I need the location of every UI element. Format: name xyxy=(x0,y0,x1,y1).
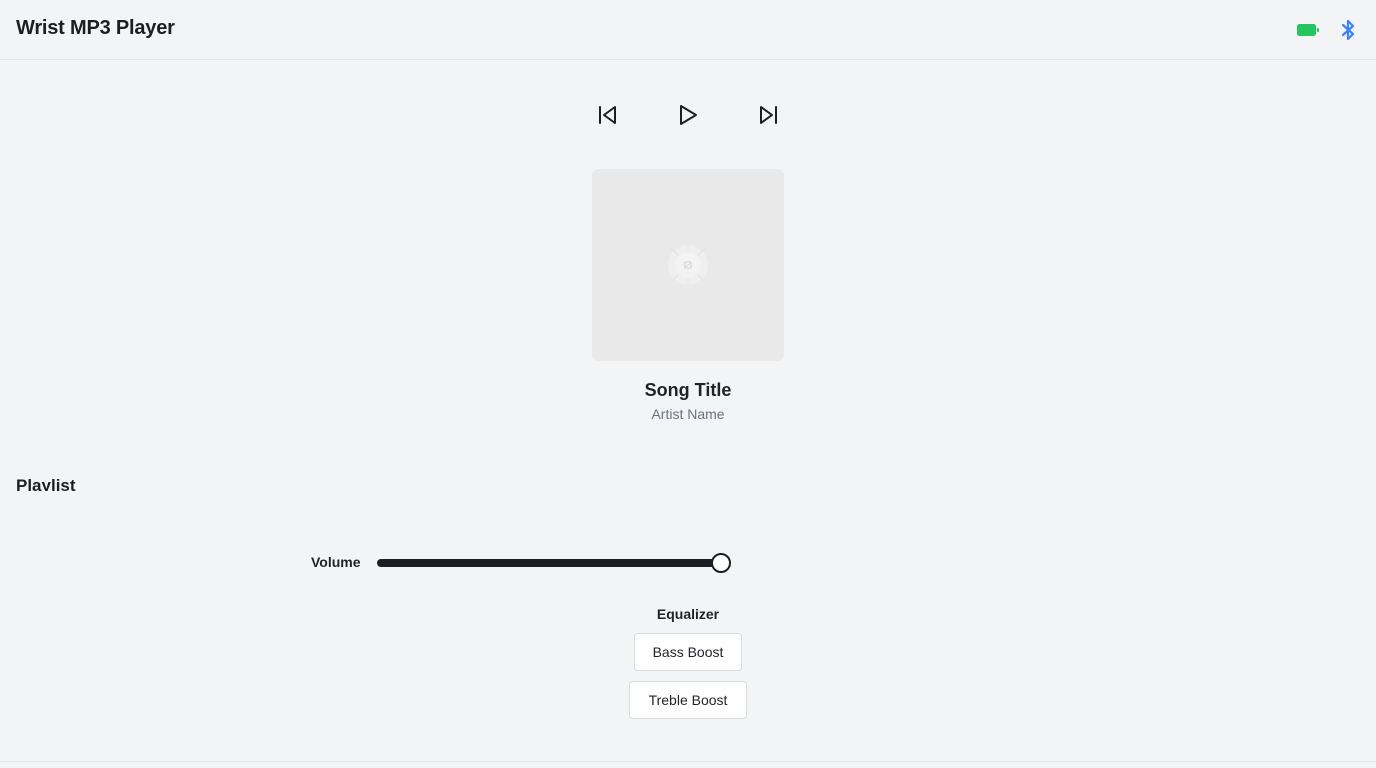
play-button[interactable] xyxy=(673,100,703,130)
playlist-section: Playlist xyxy=(16,474,216,491)
bluetooth-icon[interactable] xyxy=(1340,18,1356,42)
playback-controls xyxy=(0,100,1376,130)
volume-slider[interactable] xyxy=(377,553,731,573)
skip-next-icon xyxy=(760,106,777,124)
app-title: Wrist MP3 Player xyxy=(16,17,175,39)
volume-slider-track xyxy=(377,559,721,567)
song-title: Song Title xyxy=(644,380,732,400)
volume-slider-thumb[interactable] xyxy=(711,553,731,573)
battery-icon xyxy=(1297,24,1319,36)
album-placeholder-icon xyxy=(668,245,708,285)
play-icon xyxy=(680,105,697,125)
volume-label: Volume xyxy=(311,554,361,570)
app-header: Wrist MP3 Player xyxy=(0,0,1376,60)
treble-boost-button[interactable]: Treble Boost xyxy=(629,681,747,719)
next-button[interactable] xyxy=(753,100,783,130)
bass-boost-button[interactable]: Bass Boost xyxy=(634,633,742,671)
skip-previous-icon xyxy=(599,106,616,124)
previous-button[interactable] xyxy=(593,100,623,130)
bottom-divider xyxy=(0,761,1376,762)
equalizer-label: Equalizer xyxy=(656,606,720,622)
album-art xyxy=(592,169,784,361)
artist-name: Artist Name xyxy=(651,406,725,422)
playlist-heading: Playlist xyxy=(16,476,76,491)
